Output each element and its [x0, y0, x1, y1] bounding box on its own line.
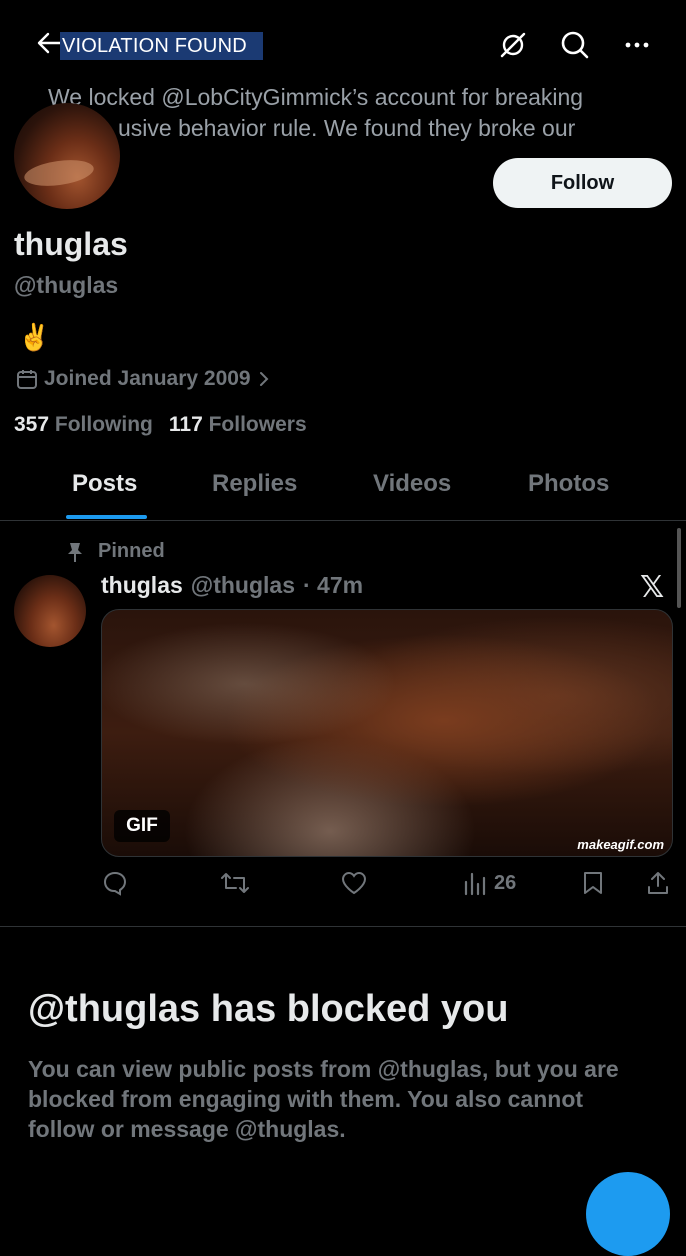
- post-time: · 47m: [303, 572, 364, 598]
- follow-stats: 357 Following 117 Followers: [14, 413, 307, 437]
- tabs-divider: [0, 520, 686, 521]
- chevron-right-icon: [257, 369, 271, 389]
- violation-banner-label: VIOLATION FOUND: [60, 32, 263, 60]
- post-avatar[interactable]: [14, 575, 86, 647]
- following-label: Following: [54, 413, 153, 436]
- tab-posts[interactable]: Posts: [72, 470, 137, 498]
- post-divider: [0, 926, 686, 927]
- views-count: 26: [494, 871, 517, 894]
- lock-notice-line1: We locked @LobCityGimmick’s account for …: [48, 84, 584, 110]
- repost-icon: [220, 870, 250, 896]
- repost-button[interactable]: [220, 868, 250, 898]
- calendar-icon: [16, 368, 38, 390]
- joined-date-row[interactable]: Joined January 2009: [16, 367, 271, 391]
- compose-fab-button[interactable]: [586, 1172, 670, 1256]
- pinned-label: Pinned: [98, 540, 165, 562]
- grok-icon[interactable]: [496, 28, 530, 62]
- followers-label: Followers: [208, 413, 307, 436]
- post-author-name[interactable]: thuglas: [101, 572, 183, 599]
- joined-date: Joined January 2009: [44, 367, 251, 390]
- views-button[interactable]: 26: [462, 868, 516, 898]
- search-icon[interactable]: [558, 28, 592, 62]
- pinned-indicator: Pinned: [66, 540, 165, 563]
- post-gif-media[interactable]: GIF makeagif.com: [101, 609, 673, 857]
- tab-photos[interactable]: Photos: [528, 470, 609, 498]
- active-tab-indicator: [66, 515, 147, 519]
- pin-icon: [66, 541, 84, 563]
- blocked-title: @thuglas has blocked you: [28, 988, 509, 1030]
- more-icon[interactable]: [620, 28, 654, 62]
- lock-notice-line2: usive behavior rule. We found they broke…: [118, 115, 576, 141]
- x-logo-icon: 𝕏: [640, 571, 665, 604]
- reply-icon: [102, 870, 128, 896]
- share-icon: [646, 870, 670, 896]
- gif-badge: GIF: [114, 810, 170, 842]
- analytics-icon: [462, 870, 488, 896]
- following-stat[interactable]: 357 Following: [14, 413, 153, 437]
- reply-button[interactable]: [102, 868, 128, 898]
- post-header: thuglas @thuglas · 47m: [101, 572, 363, 599]
- profile-bio: ✌️: [18, 322, 51, 352]
- follow-button[interactable]: Follow: [493, 158, 672, 208]
- profile-avatar[interactable]: [14, 103, 120, 209]
- post-author-handle[interactable]: @thuglas: [191, 572, 295, 599]
- share-button[interactable]: [646, 868, 670, 898]
- back-arrow-icon[interactable]: [36, 28, 62, 58]
- scrollbar[interactable]: [677, 528, 681, 608]
- tab-replies[interactable]: Replies: [212, 470, 297, 498]
- followers-count: 117: [168, 413, 203, 436]
- tab-videos[interactable]: Videos: [373, 470, 451, 498]
- blocked-description: You can view public posts from @thuglas,…: [28, 1056, 619, 1142]
- bookmark-button[interactable]: [582, 868, 604, 898]
- bookmark-icon: [582, 870, 604, 896]
- following-count: 357: [14, 413, 50, 436]
- profile-handle: @thuglas: [14, 272, 119, 298]
- followers-stat[interactable]: 117 Followers: [169, 413, 307, 437]
- gif-watermark: makeagif.com: [577, 837, 664, 852]
- like-button[interactable]: [340, 868, 368, 898]
- profile-display-name: thuglas: [14, 226, 128, 262]
- heart-icon: [340, 870, 368, 896]
